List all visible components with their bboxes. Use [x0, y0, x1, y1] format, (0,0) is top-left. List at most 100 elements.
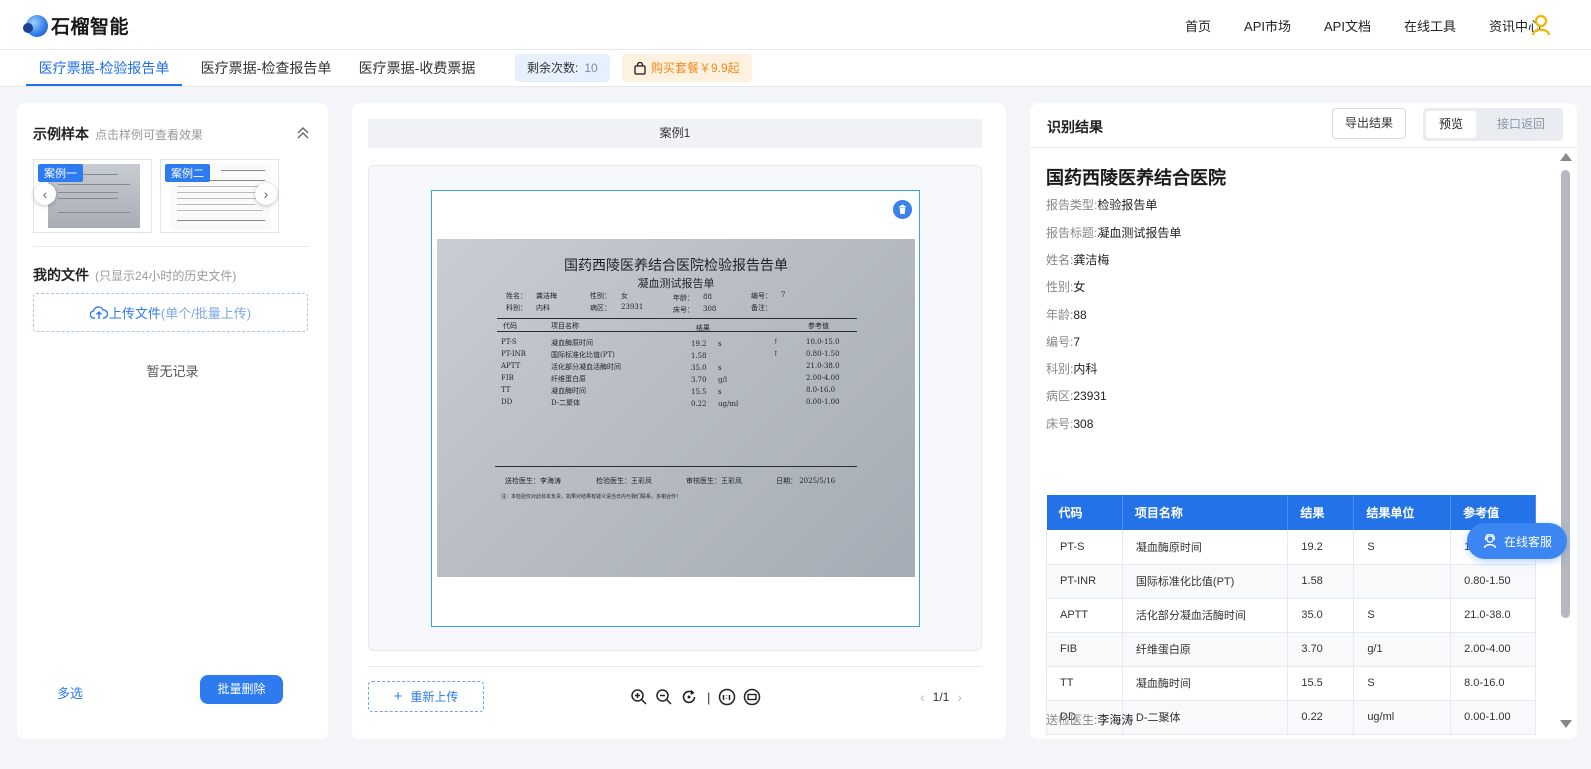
doc-text: s [718, 388, 722, 396]
myfiles-title: 我的文件 [33, 267, 89, 283]
field-value: 7 [1073, 335, 1081, 349]
table-cell: 3.70 [1287, 632, 1355, 667]
reupload-button[interactable]: + 重新上传 [368, 681, 484, 712]
field-value: 308 [1073, 417, 1094, 431]
left-panel: 示例样本点击样例可查看效果 案例一 案例二 ‹ › 我的文件(只显示24小时 [17, 103, 328, 739]
multi-select-button[interactable]: 多选 [57, 683, 83, 702]
field-value: 内科 [1073, 362, 1098, 376]
batch-delete-button[interactable]: 批量删除 [200, 675, 283, 704]
table-cell: 0.80-1.50 [1450, 564, 1536, 599]
table-row: PT-INR 国际标准化比值(PT) 1.58 0.80-1.50 [1046, 564, 1536, 599]
upload-file-area[interactable]: 上传文件 (单个/批量上传) [33, 293, 308, 332]
doc-text: D-二聚体 [551, 399, 581, 407]
doc-text: 1.58 [691, 352, 707, 360]
page-next-icon[interactable]: › [957, 689, 962, 705]
nav-online-tools[interactable]: 在线工具 [1404, 16, 1456, 35]
chevron-left-icon: ‹ [42, 186, 48, 202]
result-scrollbar[interactable] [1553, 148, 1577, 739]
doc-text: 凝血酶时间 [551, 387, 586, 395]
doc-text: 注：本检验仅对此标本负责，如果对结果有疑义请当日内与我们联系，多谢合作！ [501, 494, 682, 500]
tab-lab-report[interactable]: 医疗票据-检验报告单 [26, 50, 182, 86]
sample-tag-1: 案例一 [38, 164, 83, 182]
table-cell: g/1 [1353, 632, 1452, 667]
online-support-button[interactable]: 在线客服 [1467, 523, 1567, 559]
trash-icon[interactable] [893, 200, 912, 219]
thumb-prev-button[interactable]: ‹ [34, 183, 56, 205]
field-key: 报告类型: [1046, 198, 1098, 212]
field-sending-doctor: 送检医生:李海涛 [1046, 711, 1133, 728]
field-value: 88 [1073, 308, 1087, 322]
scroll-up-icon[interactable] [1560, 153, 1572, 161]
view-preview-tab[interactable]: 预览 [1426, 111, 1476, 138]
doc-text: 参考值 [808, 322, 829, 330]
doc-text: 检验医生：王彩凤 [596, 477, 652, 485]
doc-text: 88 [703, 293, 712, 301]
logo[interactable]: 石榴智能 [23, 12, 130, 39]
doc-text: 姓名： [506, 292, 527, 300]
fit-screen-icon[interactable] [743, 688, 761, 706]
document-frame[interactable]: 国药西陵医养结合医院检验报告告单 凝血测试报告单 姓名： 龚洁梅 性别： 女 年… [431, 190, 920, 627]
main-nav: 首页 API市场 API文档 在线工具 资讯中心 [1152, 0, 1541, 50]
doc-text: PT-INR [501, 350, 527, 358]
cloud-upload-icon [89, 305, 108, 319]
doc-text: 2.00-4.00 [806, 374, 840, 382]
buy-package-label: 购买套餐￥9.9起 [651, 61, 740, 75]
table-cell: PT-S [1046, 530, 1123, 565]
export-result-button[interactable]: 导出结果 [1332, 108, 1406, 139]
table-cell: 凝血酶时间 [1122, 666, 1289, 701]
doc-text: 性别： [590, 292, 611, 300]
scroll-down-icon[interactable] [1560, 720, 1572, 728]
table-cell: 21.0-38.0 [1450, 598, 1536, 633]
user-icon[interactable] [1531, 14, 1551, 36]
table-cell: 8.0-16.0 [1450, 666, 1536, 701]
actual-size-icon[interactable] [718, 688, 736, 706]
field-key: 床号: [1046, 417, 1074, 431]
doc-text: ↑ [773, 350, 779, 358]
tab-exam-report[interactable]: 医疗票据-检查报告单 [192, 50, 340, 86]
chevron-double-up-icon[interactable] [296, 126, 310, 140]
sample-tag-2: 案例二 [165, 164, 210, 182]
nav-home[interactable]: 首页 [1185, 16, 1211, 35]
table-cell: 活化部分凝血活酶时间 [1122, 598, 1289, 633]
field-key: 编号: [1046, 335, 1074, 349]
zoom-in-icon[interactable] [630, 688, 648, 706]
doc-text: 15.5 [691, 388, 707, 396]
nav-api-docs[interactable]: API文档 [1324, 16, 1371, 35]
toolbar-separator: | [707, 689, 711, 705]
doc-text: g/l [718, 376, 728, 384]
tab-fee-receipt[interactable]: 医疗票据-收费票据 [351, 50, 483, 86]
doc-text: 项目名称 [551, 322, 579, 330]
table-cell: S [1353, 666, 1452, 701]
doc-text: 编号： [751, 292, 772, 300]
table-cell: 19.2 [1287, 530, 1355, 565]
doc-text: 308 [703, 305, 717, 313]
field-value: 凝血测试报告单 [1097, 226, 1182, 240]
logo-icon [23, 14, 48, 37]
zoom-out-icon[interactable] [655, 688, 673, 706]
table-cell: TT [1046, 666, 1123, 701]
field-key: 科别: [1046, 362, 1074, 376]
field-key: 性别: [1046, 280, 1074, 294]
doc-text: FIB [501, 374, 514, 382]
table-header: 代码 [1046, 495, 1123, 530]
nav-api-market[interactable]: API市场 [1244, 16, 1291, 35]
middle-panel: 案例1 国药西陵医养结合医院检验报告告单 凝血测试报告单 姓名： 龚洁梅 性别：… [352, 103, 1006, 739]
viewer-toolbar: | [630, 688, 768, 706]
doc-text: 内科 [536, 304, 550, 312]
doc-text: 日期： 2025/5/16 [776, 477, 836, 485]
thumb-next-button[interactable]: › [255, 183, 277, 205]
buy-package-button[interactable]: 购买套餐￥9.9起 [622, 54, 752, 82]
logo-text: 石榴智能 [51, 17, 130, 38]
doc-text: 年龄： [673, 294, 694, 302]
doc-text: 3.70 [691, 376, 707, 384]
field-value: 检验报告单 [1097, 198, 1158, 212]
remaining-label: 剩余次数: [527, 61, 579, 75]
rotate-icon[interactable] [680, 688, 698, 706]
field-key: 报告标题: [1046, 226, 1098, 240]
field-department: 科别:内科 [1046, 360, 1097, 377]
page-prev-icon[interactable]: ‹ [920, 689, 925, 705]
doc-text: 凝血酶原时间 [551, 339, 593, 347]
view-api-tab[interactable]: 接口返回 [1483, 111, 1559, 138]
field-name: 姓名:龚洁梅 [1046, 251, 1109, 268]
table-cell: 2.00-4.00 [1450, 632, 1536, 667]
